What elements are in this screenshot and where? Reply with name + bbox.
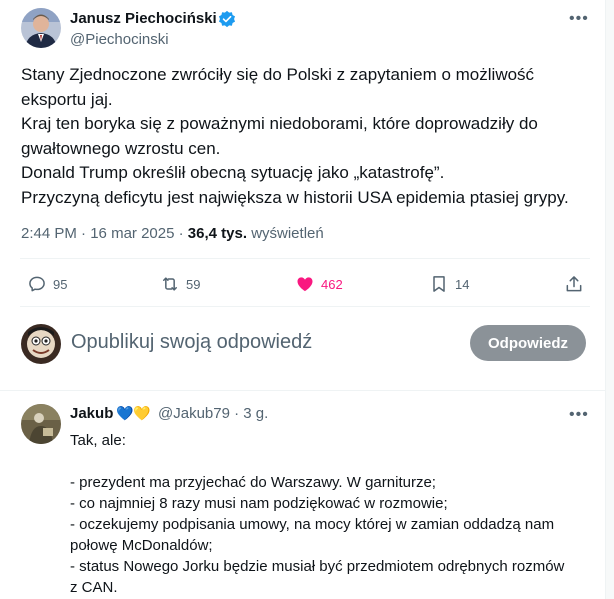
reply-text: Tak, ale: - prezydent ma przyjechać do W…	[70, 430, 590, 598]
reply-input[interactable]: Opublikuj swoją odpowiedź	[71, 331, 312, 354]
meta-separator: ·	[234, 405, 244, 422]
repost-count: 59	[186, 276, 201, 292]
bookmark-button[interactable]: 14	[429, 273, 469, 295]
reply-text-line	[70, 451, 590, 472]
share-icon	[566, 276, 582, 292]
reply-count: 95	[53, 276, 68, 292]
reply-text-line: Tak, ale:	[70, 432, 126, 449]
reply-author-handle[interactable]: @Jakub79	[158, 405, 230, 422]
reply-text-line: - status Nowego Jorku będzie musiał być …	[70, 558, 565, 575]
reply-time[interactable]: 3 g.	[243, 405, 268, 422]
repost-button[interactable]: 59	[160, 273, 200, 295]
author-avatar[interactable]	[21, 8, 61, 48]
reply-text-line: połowę McDonaldów;	[70, 537, 213, 554]
author-handle[interactable]: @Piechocinski	[70, 31, 169, 48]
tweet-time[interactable]: 2:44 PM	[21, 225, 77, 242]
divider	[20, 306, 590, 307]
divider	[0, 390, 605, 391]
user-avatar[interactable]	[21, 324, 61, 364]
more-icon[interactable]: •••	[569, 11, 589, 27]
heart-icon	[297, 277, 313, 292]
reply-author-name[interactable]: Jakub	[70, 405, 113, 422]
verified-badge-icon	[218, 10, 236, 28]
tweet-text-line: Stany Zjednoczone zwróciły się do Polski…	[21, 65, 535, 84]
reply-icon	[29, 276, 45, 292]
more-icon[interactable]: •••	[569, 407, 589, 423]
author-name[interactable]: Janusz Piechociński	[70, 10, 217, 27]
reply-author-avatar[interactable]	[21, 404, 61, 444]
tweet-text: Stany Zjednoczone zwróciły się do Polski…	[21, 63, 591, 210]
tweet-text-line: eksportu jaj.	[21, 89, 113, 109]
reply-submit-button[interactable]: Odpowiedz	[470, 325, 586, 361]
reply-text-line: z CAN.	[70, 579, 118, 596]
reply-text-line: - co najmniej 8 razy musi nam podziękowa…	[70, 495, 448, 512]
tweet-meta: 2:44 PM · 16 mar 2025 · 36,4 tys. wyświe…	[21, 225, 324, 242]
tweet-text-line: Przyczyną deficytu jest największa w his…	[21, 187, 569, 207]
meta-separator: ·	[178, 225, 188, 242]
like-count: 462	[321, 276, 343, 292]
repost-icon	[163, 277, 177, 291]
views-label: wyświetleń	[251, 225, 324, 242]
bookmark-icon	[433, 276, 445, 292]
reply-text-line: - prezydent ma przyjechać do Warszawy. W…	[70, 474, 436, 491]
reply-author-badges: 💙💛	[116, 405, 151, 421]
reply-author-meta: @Jakub79 · 3 g.	[158, 405, 268, 422]
reply-button[interactable]: 95	[27, 273, 67, 295]
views-count: 36,4 tys.	[187, 225, 248, 242]
scrollbar[interactable]	[606, 0, 614, 599]
like-button[interactable]: 462	[295, 273, 343, 295]
meta-separator: ·	[81, 225, 91, 242]
tweet-text-line: gwałtownego wzrostu cen.	[21, 138, 221, 158]
tweet-text-line: Donald Trump określił obecną sytuację ja…	[21, 163, 445, 182]
divider	[20, 258, 590, 259]
share-button[interactable]	[564, 273, 584, 295]
reply-text-line: - oczekujemy podpisania umowy, na mocy k…	[70, 516, 555, 533]
tweet-detail-panel: Janusz Piechociński @Piechocinski ••• St…	[0, 0, 606, 599]
tweet-date[interactable]: 16 mar 2025	[90, 225, 174, 242]
tweet-text-line: Kraj ten boryka się z poważnymi niedobor…	[21, 114, 538, 133]
bookmark-count: 14	[455, 276, 470, 292]
